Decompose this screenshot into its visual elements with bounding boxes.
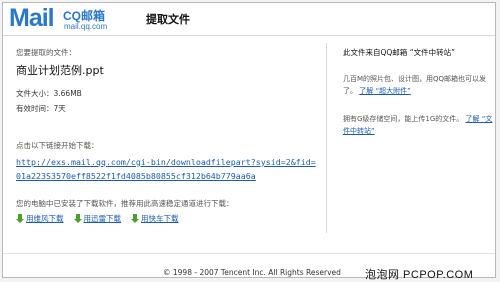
logo-mail-text: Mail: [9, 4, 55, 32]
download-tool-2[interactable]: 用迅雷下载: [73, 213, 122, 224]
qq-mail-logo[interactable]: Mail CQ邮箱 mail.qq.com: [9, 4, 108, 32]
software-hint: 您的电脑中已安装了下载软件，推荐用此高速稳定通道进行下载：: [16, 199, 234, 208]
page-title: 提取文件: [146, 13, 190, 26]
page-frame: Mail CQ邮箱 mail.qq.com 提取文件 您要提取的文件： 商业计划…: [2, 2, 496, 281]
watermark: 泡泡网 PCPOP.COM: [365, 269, 474, 281]
sidebar-paragraph-1: 几百M的照片包、设计图，用QQ邮箱也可以发了。 了解 “超大附件”: [343, 73, 493, 97]
column-divider: [326, 43, 327, 233]
download-arrow-icon: [16, 214, 24, 223]
file-size: 文件大小：3.66MB: [16, 89, 82, 98]
header: Mail CQ邮箱 mail.qq.com 提取文件: [3, 3, 495, 36]
footer-divider: [3, 253, 495, 254]
logo-domain: mail.qq.com: [64, 22, 108, 31]
intro-text: 您要提取的文件：: [16, 48, 76, 57]
download-tool-1[interactable]: 用维风下载: [16, 213, 64, 224]
file-valid-time: 有效时间：7天: [16, 104, 66, 113]
file-name: 商业计划范例.ppt: [16, 64, 104, 77]
sidebar-p2-text: 拥有G级存储空间，能上传1G的文件。: [343, 115, 464, 123]
click-hint: 点击以下链接开始下载：: [16, 141, 99, 150]
sidebar-title: 此文件来自QQ邮箱 “文件中转站”: [343, 48, 455, 57]
download-tool-3[interactable]: 用快车下载: [131, 213, 179, 224]
download-link[interactable]: http://exs.mail.qq.com/cgi-bin/downloadf…: [16, 155, 316, 183]
download-arrow-icon: [131, 214, 139, 223]
download-tool-label: 用维风下载: [26, 214, 64, 223]
learn-large-attachment-link[interactable]: 了解 “超大附件”: [359, 87, 410, 95]
download-tool-label: 用迅雷下载: [83, 214, 122, 223]
download-tool-label: 用快车下载: [141, 214, 179, 223]
file-info-panel: 您要提取的文件： 商业计划范例.ppt 文件大小：3.66MB 有效时间：7天 …: [16, 47, 316, 223]
footer-copyright: © 1998 - 2007 Tencent Inc. All Rights Re…: [163, 268, 341, 277]
download-tools: 用维风下载 用迅雷下载 用快车下载: [16, 213, 179, 224]
sidebar-paragraph-2: 拥有G级存储空间，能上传1G的文件。 了解 “文件中转站”: [343, 113, 493, 137]
download-arrow-icon: [73, 214, 82, 223]
